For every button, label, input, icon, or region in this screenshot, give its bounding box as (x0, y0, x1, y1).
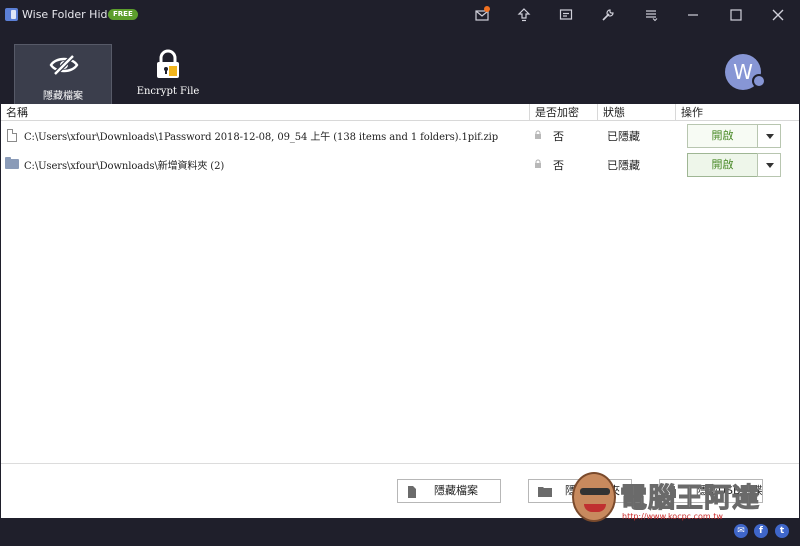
mascot-face-icon (572, 472, 616, 522)
column-encrypted[interactable]: 是否加密 (529, 104, 597, 121)
main-toolbar: 隱藏檔案 Encrypt File W (0, 30, 800, 104)
app-title: Wise Folder Hider (22, 8, 119, 21)
feedback-icon[interactable] (556, 5, 576, 25)
status-value: 已隱藏 (607, 159, 640, 172)
watermark-title: 電腦王阿達 (620, 483, 760, 515)
menu-icon[interactable] (641, 5, 661, 25)
open-button[interactable]: 開啟 (687, 124, 758, 148)
watermark: 電腦王阿達 http://www.kocpc.com.tw (572, 468, 782, 526)
tab-encrypt-file[interactable]: Encrypt File (119, 44, 217, 104)
watermark-url: http://www.kocpc.com.tw (622, 512, 723, 521)
mail-icon[interactable] (472, 5, 492, 25)
hidden-eye-icon (48, 51, 80, 79)
facebook-icon[interactable]: f (754, 524, 768, 538)
open-button[interactable]: 開啟 (687, 153, 758, 177)
folder-icon (5, 157, 19, 169)
folder-icon (538, 487, 552, 497)
close-icon[interactable] (768, 5, 788, 25)
status-value: 已隱藏 (607, 130, 640, 143)
tab-label: 隱藏檔案 (43, 91, 83, 102)
file-path: C:\Users\xfour\Downloads\1Password 2018-… (24, 132, 499, 143)
app-logo-icon (5, 8, 18, 21)
column-action[interactable]: 操作 (675, 104, 791, 121)
free-badge: FREE (108, 9, 138, 20)
tab-hide-files[interactable]: 隱藏檔案 (14, 44, 112, 104)
table-row[interactable]: C:\Users\xfour\Downloads\1Password 2018-… (1, 121, 799, 150)
column-status[interactable]: 狀態 (597, 104, 675, 121)
avatar-status-dot (752, 74, 766, 88)
column-name[interactable]: 名稱 (1, 104, 529, 121)
chevron-down-icon[interactable] (757, 153, 781, 177)
encrypted-value: 否 (553, 130, 564, 143)
encrypted-value: 否 (553, 159, 564, 172)
table-header: 名稱 是否加密 狀態 操作 (1, 104, 799, 121)
maximize-icon[interactable] (726, 5, 746, 25)
twitter-icon[interactable]: t (775, 524, 789, 538)
lock-icon (152, 49, 184, 78)
chevron-down-icon[interactable] (757, 124, 781, 148)
tab-label: Encrypt File (136, 86, 200, 97)
title-bar: Wise Folder Hider FREE (0, 0, 800, 30)
notification-dot (484, 6, 490, 12)
file-list-panel: 名稱 是否加密 狀態 操作 C:\Users\xfour\Downloads\1… (1, 104, 799, 518)
lock-icon (535, 130, 541, 139)
upgrade-icon[interactable] (514, 5, 534, 25)
lock-icon (535, 159, 541, 168)
email-icon[interactable]: ✉ (734, 524, 748, 538)
hide-file-button[interactable]: 隱藏檔案 (397, 479, 501, 503)
table-row[interactable]: C:\Users\xfour\Downloads\新增資料夾 (2) 否 已隱藏… (1, 150, 799, 179)
settings-icon[interactable] (598, 5, 618, 25)
file-icon (7, 129, 17, 142)
minimize-icon[interactable] (683, 5, 703, 25)
folder-path: C:\Users\xfour\Downloads\新增資料夾 (2) (24, 161, 225, 172)
divider (1, 463, 799, 464)
file-icon (408, 486, 416, 498)
